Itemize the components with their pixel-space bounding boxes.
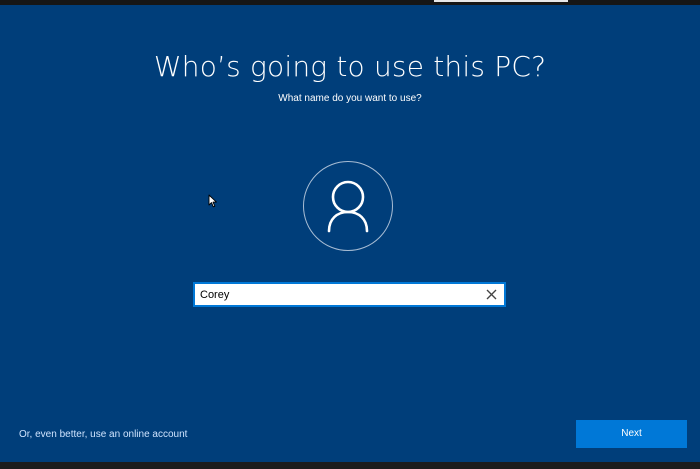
- bottom-bar: [0, 462, 700, 469]
- username-input[interactable]: [195, 284, 475, 305]
- avatar: [303, 161, 393, 251]
- username-field[interactable]: [193, 282, 506, 307]
- mouse-cursor-icon: [208, 194, 217, 208]
- clear-button[interactable]: [483, 286, 500, 303]
- page-title: Who’s going to use this PC?: [153, 50, 547, 83]
- online-account-link[interactable]: Or, even better, use an online account: [19, 429, 187, 440]
- close-icon: [486, 289, 497, 300]
- top-progress-indicator: [434, 0, 568, 2]
- page-subtitle: What name do you want to use?: [278, 93, 422, 104]
- next-button[interactable]: Next: [576, 420, 687, 448]
- user-icon: [327, 180, 369, 233]
